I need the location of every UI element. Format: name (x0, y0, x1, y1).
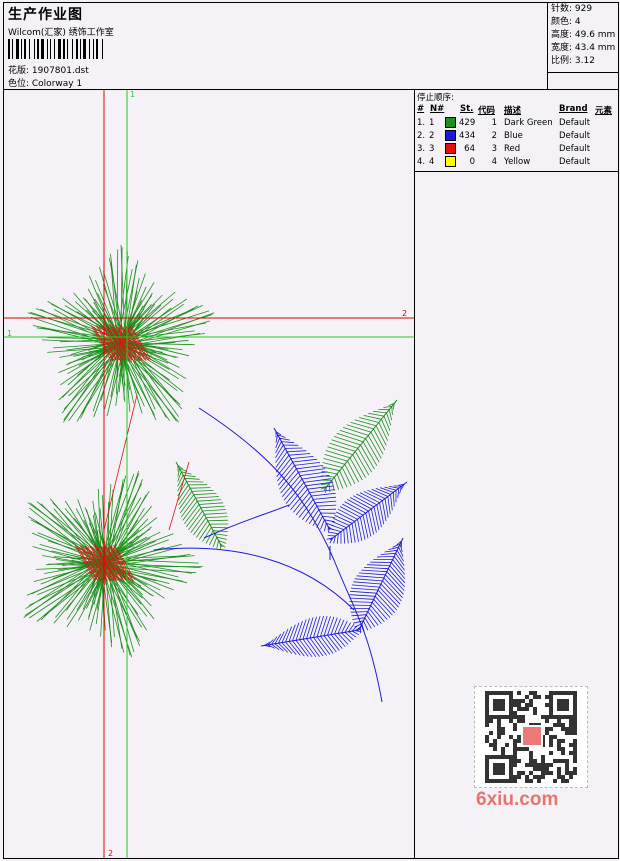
color-swatch (445, 117, 456, 130)
axis-label-red-bottom: 2 (108, 849, 114, 858)
stop-row-stitches: 0 (469, 157, 475, 167)
design-canvas[interactable]: 1 1 2 2 (4, 90, 415, 858)
qr-code-icon (485, 691, 577, 783)
axis-label-green-left: 1 (7, 329, 13, 338)
stop-sequence-title: 停止顺序: (417, 93, 454, 103)
stop-row-brand: Default (559, 118, 591, 128)
stop-row-stitches: 64 (464, 144, 475, 154)
stat-scale: 比例: 3.12 (551, 56, 595, 66)
stop-row-stitches: 434 (459, 131, 476, 141)
qr-code (474, 686, 588, 788)
stop-sequence-panel: 停止顺序: # N# St. 代码 描述 Brand 元素 1. 1 429 1 Dar… (415, 90, 618, 172)
stat-width: 宽度: 43.4 mm (551, 43, 616, 53)
stop-row-brand: Default (559, 131, 591, 141)
stop-row-brand: Default (559, 144, 591, 154)
stop-row-code: 4 (491, 157, 497, 167)
stop-row-desc: Blue (504, 131, 523, 141)
col-header-element: 元素 (595, 106, 613, 116)
design-stats: 针数: 929 颜色: 4 高度: 49.6 mm 宽度: 43.4 mm 比例… (547, 3, 619, 73)
color-swatch (445, 143, 456, 156)
stop-row-num: 3. (417, 144, 426, 154)
sheet-header: 生产作业图 Wilcom(汇家) 绣饰工作室 花版: 1907801.dst 色… (4, 3, 618, 90)
stat-height: 高度: 49.6 mm (551, 30, 616, 40)
axis-label-green-top: 1 (130, 90, 136, 99)
stop-row-needle: 2 (429, 131, 435, 141)
col-header-brand: Brand (559, 104, 588, 114)
barcode-icon (8, 39, 144, 59)
sheet-title: 生产作业图 (8, 7, 83, 23)
stat-stitches: 针数: 929 (551, 4, 593, 14)
stop-row-num: 4. (417, 157, 426, 167)
stop-row-desc: Yellow (504, 157, 531, 167)
divider (547, 72, 548, 89)
stop-row-needle: 4 (429, 157, 435, 167)
stem-lower (153, 547, 355, 611)
embroidery-design (4, 90, 414, 858)
col-header-stitches: St. (460, 104, 474, 114)
stop-row-code: 3 (491, 144, 497, 154)
color-swatch (445, 130, 456, 143)
studio-name: Wilcom(汇家) 绣饰工作室 (8, 28, 114, 38)
color-swatch (445, 156, 456, 169)
stop-row-stitches: 429 (459, 118, 476, 128)
stop-row-brand: Default (559, 157, 591, 167)
col-header-desc: 描述 (504, 106, 522, 116)
stop-row-desc: Red (504, 144, 521, 154)
pattern-file: 花版: 1907801.dst (8, 66, 89, 76)
col-header-needle: N# (430, 104, 445, 114)
stat-colors: 颜色: 4 (551, 17, 581, 27)
axis-label-red-right: 2 (402, 309, 408, 318)
stop-row-code: 1 (491, 118, 497, 128)
col-header-code: 代码 (478, 106, 496, 116)
stop-row-needle: 1 (429, 118, 435, 128)
col-header-num: # (417, 104, 425, 114)
stop-row-desc: Dark Green (504, 118, 553, 128)
production-sheet: 生产作业图 Wilcom(汇家) 绣饰工作室 花版: 1907801.dst 色… (3, 2, 619, 859)
stop-row-num: 2. (417, 131, 426, 141)
colorway: 色位: Colorway 1 (8, 79, 83, 89)
stop-row-num: 1. (417, 118, 426, 128)
stop-row-code: 2 (491, 131, 497, 141)
stop-row-needle: 3 (429, 144, 435, 154)
watermark: 6xiu.com (476, 789, 559, 810)
